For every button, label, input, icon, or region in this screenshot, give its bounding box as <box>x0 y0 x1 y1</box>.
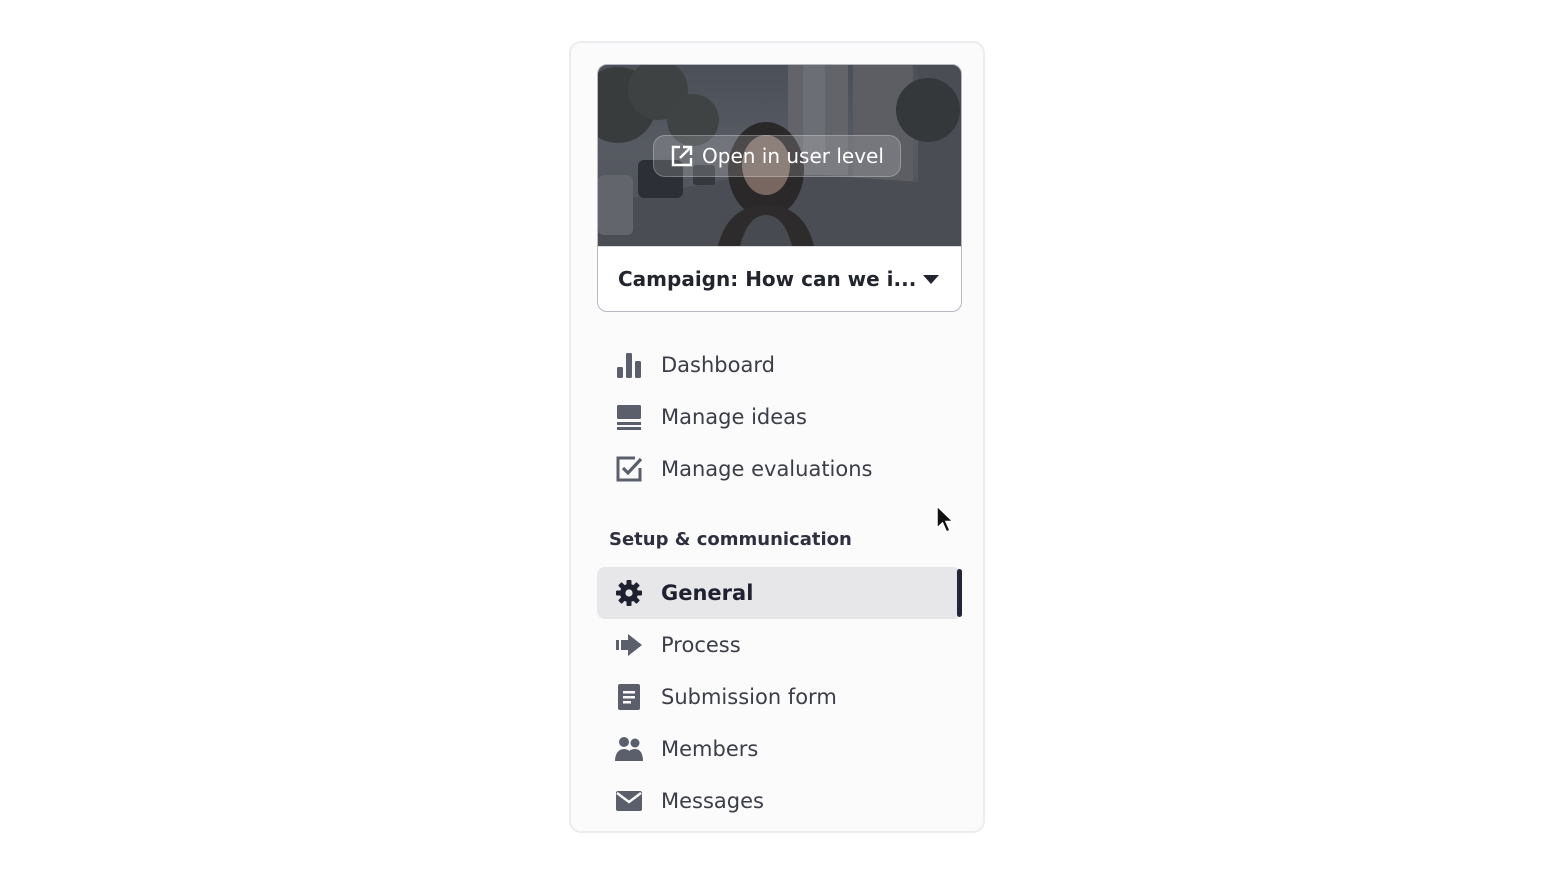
campaign-cover-image: Open in user level <box>598 65 961 246</box>
list-icon <box>614 402 644 432</box>
open-in-user-level-label: Open in user level <box>702 144 884 168</box>
nav-item-dashboard[interactable]: Dashboard <box>597 339 962 391</box>
nav-item-messages[interactable]: Messages <box>597 775 962 827</box>
nav-item-label: Dashboard <box>661 353 775 377</box>
campaign-sidebar: Open in user level Campaign: How can we … <box>569 41 985 833</box>
section-heading-setup: Setup & communication <box>609 529 852 550</box>
checkbox-icon <box>614 454 644 484</box>
campaign-selector-value: Campaign: How can we i... <box>618 267 917 291</box>
external-link-icon <box>670 144 694 168</box>
nav-item-manage-ideas[interactable]: Manage ideas <box>597 391 962 443</box>
nav-item-label: Members <box>661 737 759 761</box>
envelope-icon <box>614 786 644 816</box>
mouse-pointer-icon <box>935 504 955 539</box>
nav-item-label: Submission form <box>661 685 837 709</box>
nav-item-label: Process <box>661 633 741 657</box>
nav-item-manage-evaluations[interactable]: Manage evaluations <box>597 443 962 495</box>
caret-down-icon <box>923 274 939 284</box>
nav-item-label: Manage ideas <box>661 405 807 429</box>
arrow-right-icon <box>614 630 644 660</box>
nav-item-general[interactable]: General <box>597 567 962 619</box>
nav-item-label: General <box>661 581 754 605</box>
gear-icon <box>614 578 644 608</box>
campaign-selector-dropdown[interactable]: Campaign: How can we i... <box>598 246 961 311</box>
nav-item-submission-form[interactable]: Submission form <box>597 671 962 723</box>
campaign-card: Open in user level Campaign: How can we … <box>597 64 962 312</box>
form-icon <box>614 682 644 712</box>
people-icon <box>614 734 644 764</box>
nav-item-label: Messages <box>661 789 764 813</box>
nav-item-process[interactable]: Process <box>597 619 962 671</box>
open-in-user-level-button[interactable]: Open in user level <box>653 135 901 177</box>
nav-item-label: Manage evaluations <box>661 457 873 481</box>
bar-chart-icon <box>614 350 644 380</box>
nav-item-members[interactable]: Members <box>597 723 962 775</box>
